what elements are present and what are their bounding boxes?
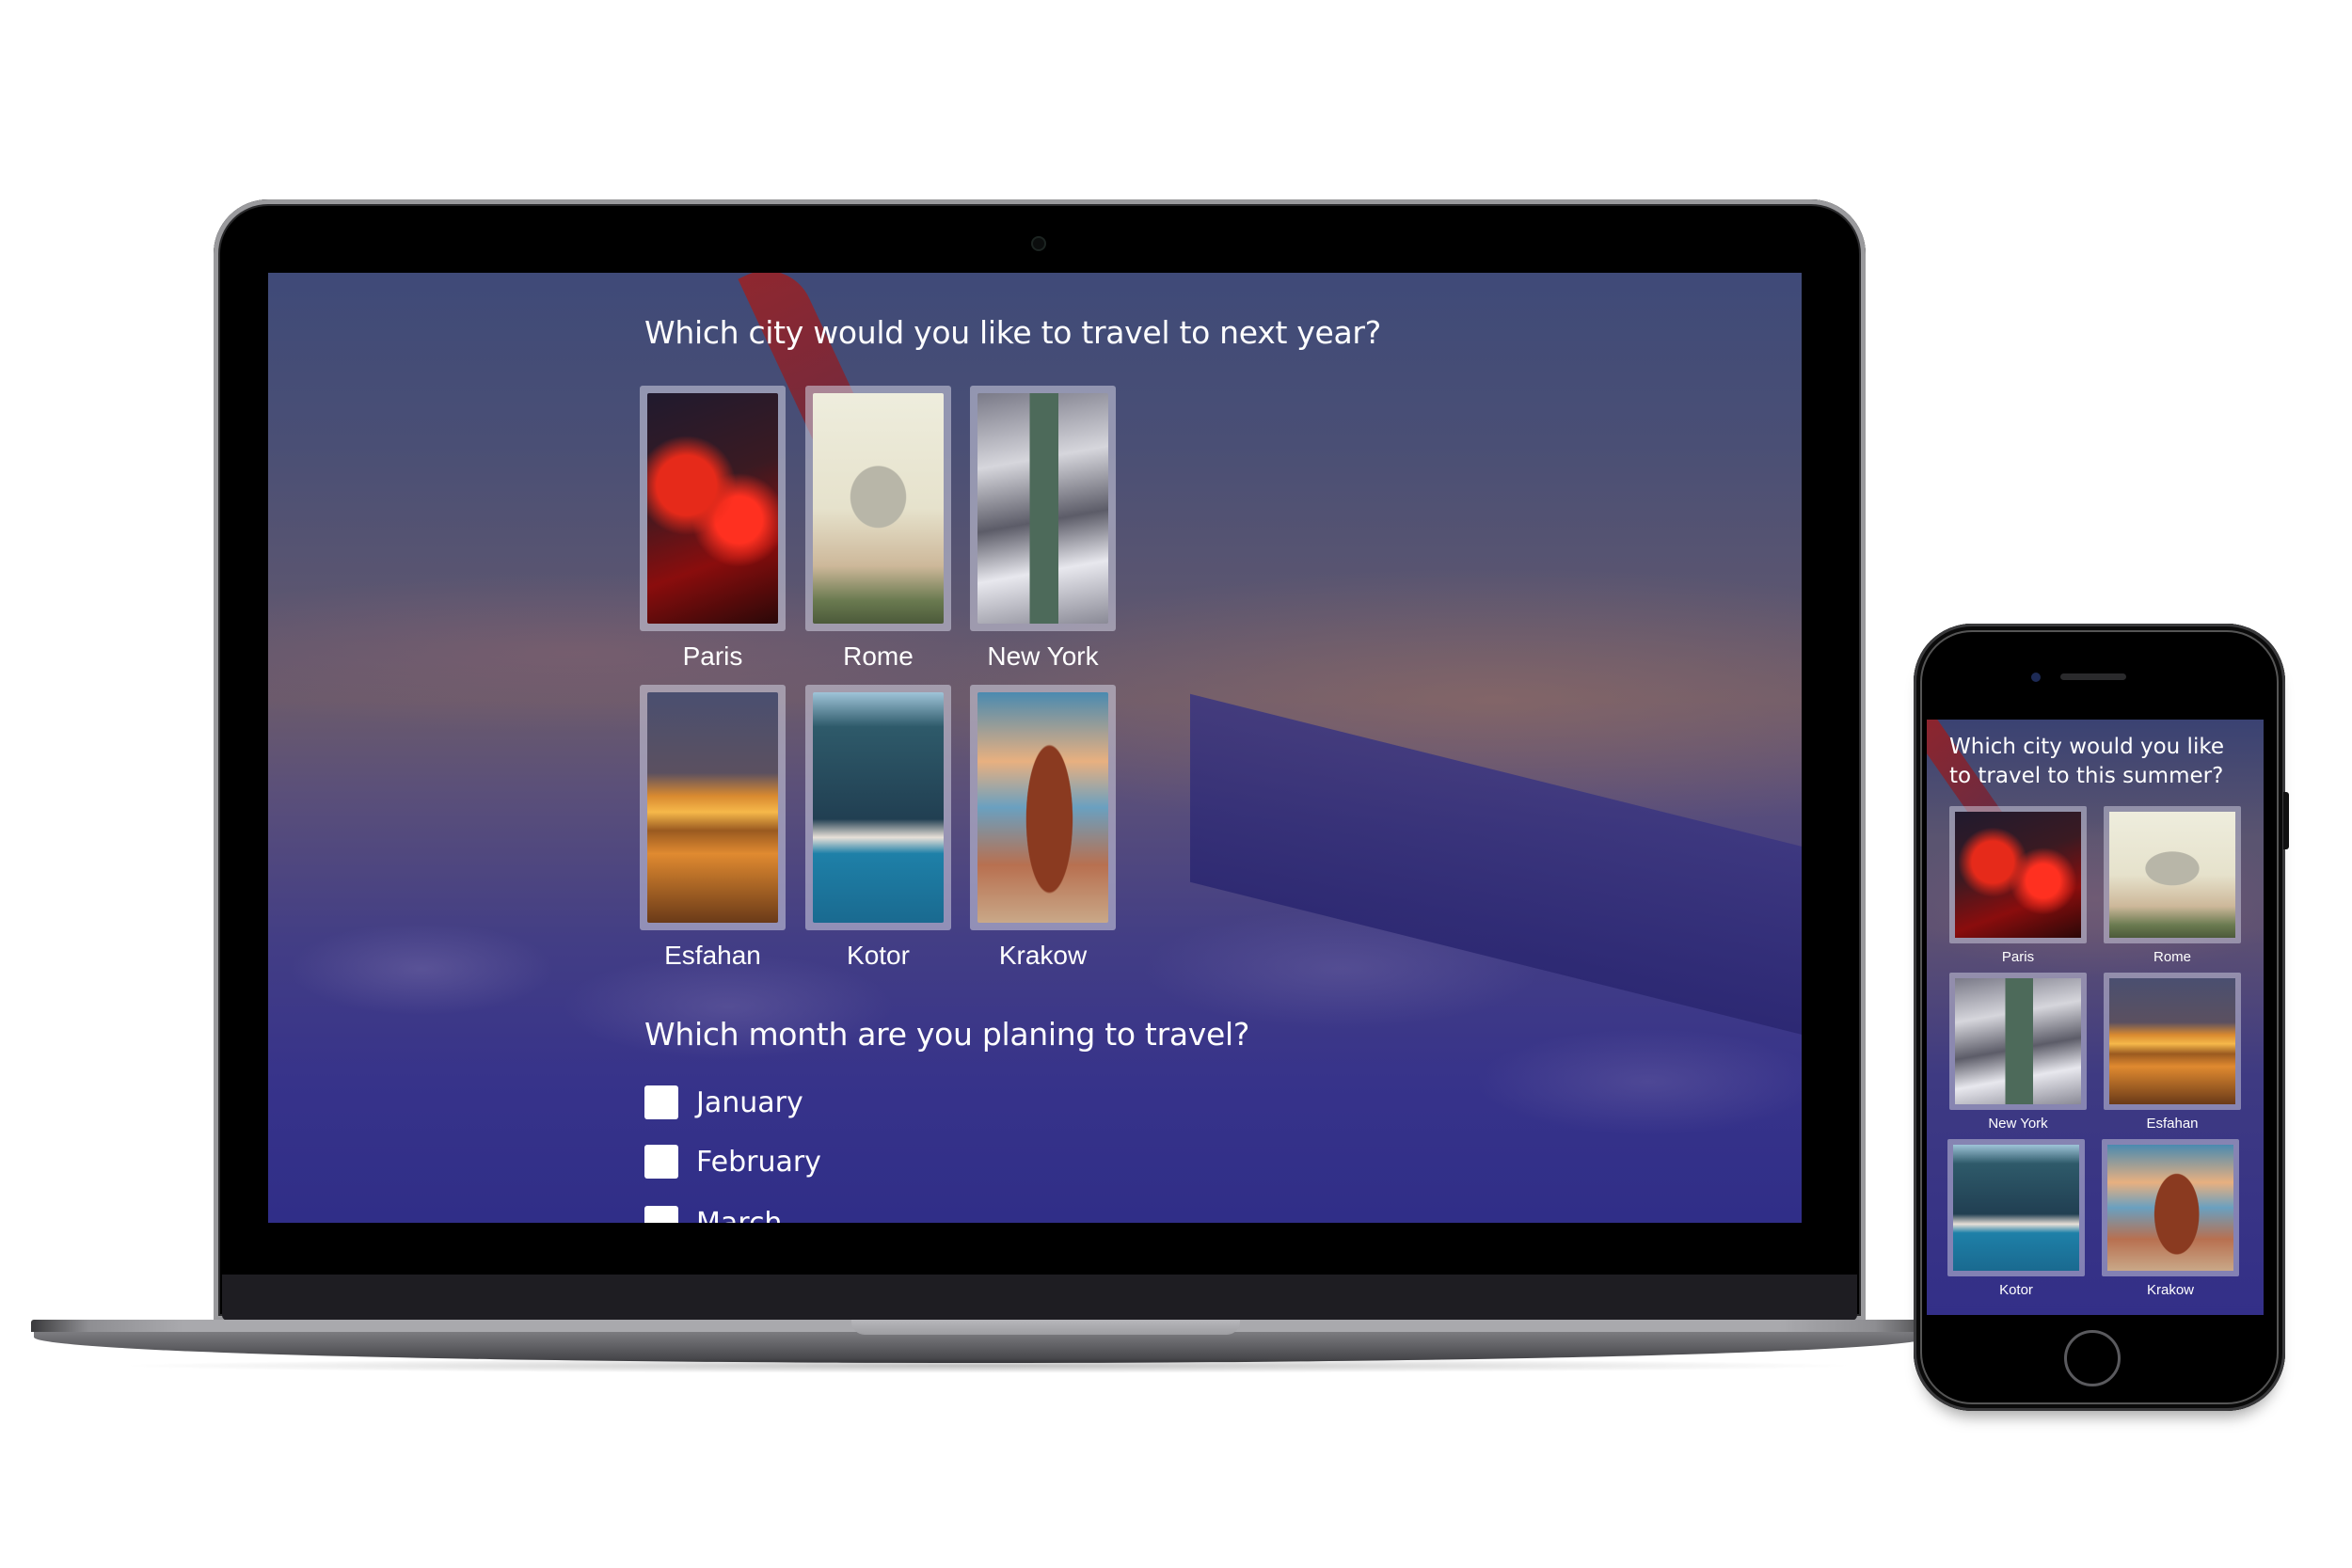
city-option-rome[interactable] (2104, 806, 2241, 943)
st-peters-basilica-photo (813, 393, 944, 624)
phone-power-button (2283, 792, 2289, 849)
laptop-screen: Which city would you like to travel to n… (268, 273, 1802, 1223)
laptop-shadow (113, 1358, 1863, 1373)
city-label: Rome (2153, 949, 2191, 965)
phone-speaker (2060, 673, 2126, 680)
phone-camera-icon (2031, 673, 2041, 682)
khaju-bridge-photo (647, 692, 778, 923)
city-label: Paris (2001, 949, 2035, 965)
city-label: Esfahan (2146, 1116, 2199, 1132)
city-label: Kotor (847, 941, 910, 970)
checkbox[interactable] (644, 1145, 678, 1179)
bay-of-kotor-photo (813, 692, 944, 923)
moulin-rouge-photo (647, 393, 778, 624)
city-label: Esfahan (664, 941, 761, 970)
checkbox-label: March (696, 1206, 783, 1224)
statue-of-liberty-photo (1955, 978, 2081, 1104)
city-question-title: Which city would you like to travel to t… (1949, 735, 2224, 788)
city-option-krakow[interactable] (2102, 1139, 2239, 1276)
city-option-esfahan[interactable] (2104, 973, 2241, 1110)
city-option-rome[interactable] (805, 386, 951, 631)
city-label: Rome (843, 641, 914, 671)
city-label: Krakow (998, 941, 1088, 970)
st-marys-basilica-photo (2107, 1145, 2233, 1271)
month-option-march[interactable]: March (644, 1204, 782, 1223)
city-label: Kotor (1999, 1282, 2033, 1298)
st-peters-basilica-photo (2109, 812, 2235, 938)
bay-of-kotor-photo (1953, 1145, 2079, 1271)
month-question-title: Which month are you planing to travel? (644, 1016, 1250, 1053)
city-option-kotor[interactable] (805, 685, 951, 930)
city-option-new-york[interactable] (1949, 973, 2087, 1110)
city-label: Paris (682, 641, 743, 671)
city-option-new-york[interactable] (970, 386, 1116, 631)
phone-home-button[interactable] (2064, 1330, 2121, 1386)
laptop-opening-notch (851, 1320, 1240, 1335)
city-option-paris[interactable] (1949, 806, 2087, 943)
city-question-title: Which city would you like to travel to n… (644, 314, 1381, 351)
checkbox[interactable] (644, 1085, 678, 1119)
city-label: New York (1988, 1116, 2048, 1132)
laptop-camera-icon (1033, 238, 1044, 249)
city-label: New York (987, 641, 1099, 671)
khaju-bridge-photo (2109, 978, 2235, 1104)
city-option-kotor[interactable] (1947, 1139, 2085, 1276)
month-option-february[interactable]: February (644, 1143, 821, 1180)
city-option-krakow[interactable] (970, 685, 1116, 930)
month-option-january[interactable]: January (644, 1084, 803, 1121)
checkbox-label: February (696, 1145, 821, 1179)
city-label: Krakow (2146, 1282, 2195, 1298)
laptop-chin (222, 1275, 1857, 1321)
checkbox[interactable] (644, 1206, 678, 1223)
city-option-esfahan[interactable] (640, 685, 786, 930)
moulin-rouge-photo (1955, 812, 2081, 938)
checkbox-label: January (696, 1085, 803, 1119)
st-marys-basilica-photo (977, 692, 1108, 923)
statue-of-liberty-photo (977, 393, 1108, 624)
city-option-paris[interactable] (640, 386, 786, 631)
phone-screen: Which city would you like to travel to t… (1927, 720, 2264, 1315)
